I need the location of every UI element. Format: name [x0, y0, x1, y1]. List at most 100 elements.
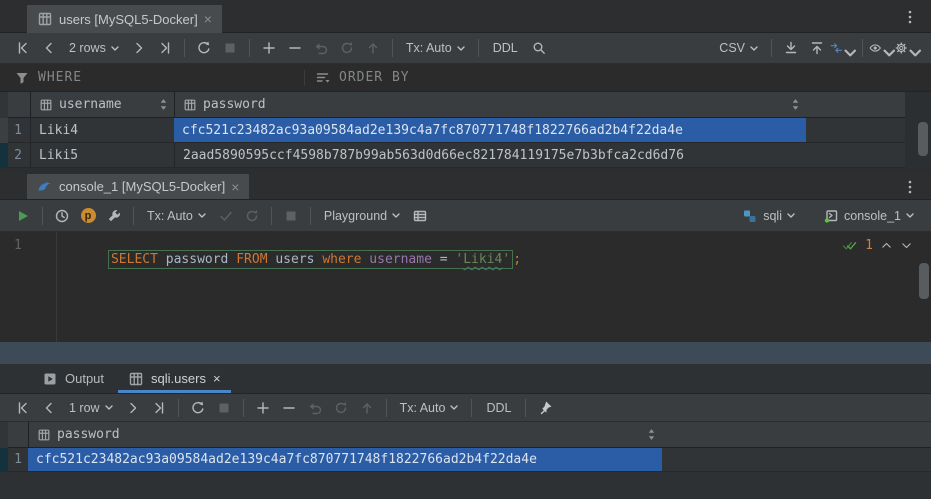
export-data-button[interactable] — [778, 37, 804, 59]
schema-dropdown[interactable]: sqli — [735, 208, 802, 224]
tx-mode-dropdown[interactable]: Tx: Auto — [393, 401, 466, 415]
sql-editor[interactable]: 1 SELECT password FROM users where usern… — [0, 232, 931, 342]
view-options-button[interactable] — [869, 37, 895, 59]
page-size-dropdown[interactable]: 2 rows — [62, 41, 126, 55]
compare-button[interactable] — [830, 37, 856, 59]
stop-button[interactable] — [217, 37, 243, 59]
cell-password[interactable]: 2aad5890595ccf4598b787b99ab563d0d66ec821… — [174, 143, 806, 167]
table-row: 1 cfc521c23482ac93a09584ad2e139c4a7fc870… — [0, 448, 931, 472]
session-dropdown[interactable]: console_1 — [816, 208, 921, 224]
last-page-icon — [157, 40, 173, 56]
tab-output[interactable]: Output — [30, 364, 116, 393]
users-result-grid: username password 1 Liki4 cfc521c23482ac… — [0, 92, 931, 174]
panel-splitter[interactable] — [0, 342, 931, 364]
stop-icon — [222, 40, 238, 56]
close-icon[interactable]: × — [231, 180, 239, 194]
add-row-button[interactable] — [250, 397, 276, 419]
close-icon[interactable]: × — [213, 371, 221, 386]
import-data-button[interactable] — [804, 37, 830, 59]
toolbar-separator — [392, 39, 393, 57]
page-size-dropdown[interactable]: 1 row — [62, 401, 120, 415]
column-header-username[interactable]: username — [30, 92, 174, 117]
where-filter-field[interactable]: WHERE — [14, 70, 304, 86]
last-page-button[interactable] — [152, 37, 178, 59]
stop-button[interactable] — [278, 205, 304, 227]
grid-toolbar: 2 rows Tx: Auto DDL CSV — [0, 33, 931, 64]
previous-page-button[interactable] — [36, 397, 62, 419]
chevron-down-icon — [844, 45, 857, 61]
rollback-button[interactable] — [328, 397, 354, 419]
query-result-grid: password 1 cfc521c23482ac93a09584ad2e139… — [0, 422, 931, 472]
parameters-button[interactable]: p — [75, 205, 101, 227]
chevron-up-icon[interactable] — [880, 239, 893, 252]
sql-statement[interactable]: SELECT password FROM users where usernam… — [61, 235, 521, 284]
first-page-button[interactable] — [10, 37, 36, 59]
pin-icon — [537, 400, 553, 416]
tab-sqli-users[interactable]: sqli.users × — [116, 364, 233, 393]
column-header-password[interactable]: password — [28, 422, 662, 447]
next-page-button[interactable] — [126, 37, 152, 59]
tx-mode-dropdown[interactable]: Tx: Auto — [140, 209, 213, 223]
next-page-button[interactable] — [120, 397, 146, 419]
toolbar-separator — [478, 39, 479, 57]
stop-button[interactable] — [211, 397, 237, 419]
cell-password-selected[interactable]: cfc521c23482ac93a09584ad2e139c4a7fc87077… — [174, 118, 806, 142]
sql-keyword: where — [322, 252, 361, 267]
ddl-button[interactable]: DDL — [478, 401, 519, 415]
rollback-button[interactable] — [334, 37, 360, 59]
row-number[interactable]: 2 — [8, 143, 28, 167]
refresh-icon — [196, 40, 212, 56]
order-by-field[interactable]: ORDER BY — [315, 70, 410, 86]
revert-changes-button[interactable] — [302, 397, 328, 419]
tab-options-button[interactable] — [897, 6, 923, 28]
add-row-button[interactable] — [256, 37, 282, 59]
first-page-button[interactable] — [10, 397, 36, 419]
cell-username[interactable]: Liki5 — [30, 143, 174, 167]
minus-icon — [287, 40, 303, 56]
reload-data-button[interactable] — [191, 37, 217, 59]
row-number[interactable]: 1 — [8, 448, 28, 471]
chevron-down-icon[interactable] — [900, 239, 913, 252]
delete-row-button[interactable] — [276, 397, 302, 419]
close-icon[interactable]: × — [204, 12, 212, 26]
rollback-button[interactable] — [239, 205, 265, 227]
console-settings-button[interactable] — [101, 205, 127, 227]
settings-button[interactable] — [895, 37, 921, 59]
playground-dropdown[interactable]: Playground — [317, 209, 407, 223]
history-button[interactable] — [49, 205, 75, 227]
revert-changes-button[interactable] — [308, 37, 334, 59]
editor-scrollbar-thumb[interactable] — [919, 263, 929, 299]
scrollbar-track[interactable] — [905, 92, 931, 168]
stop-icon — [216, 400, 232, 416]
inspection-widget[interactable]: 1 — [841, 238, 913, 253]
commit-button[interactable] — [213, 205, 239, 227]
column-header-password[interactable]: password — [174, 92, 806, 117]
export-format-dropdown[interactable]: CSV — [712, 41, 765, 55]
submit-button[interactable] — [354, 397, 380, 419]
scrollbar-thumb[interactable] — [918, 122, 928, 156]
search-button[interactable] — [526, 37, 552, 59]
reload-data-button[interactable] — [185, 397, 211, 419]
cell-username[interactable]: Liki4 — [30, 118, 174, 142]
delete-row-button[interactable] — [282, 37, 308, 59]
previous-page-button[interactable] — [36, 37, 62, 59]
tx-mode-dropdown[interactable]: Tx: Auto — [399, 41, 472, 55]
bottom-filler — [0, 472, 931, 499]
submit-button[interactable] — [360, 37, 386, 59]
run-button[interactable] — [10, 205, 36, 227]
cell-password-selected[interactable]: cfc521c23482ac93a09584ad2e139c4a7fc87077… — [28, 448, 662, 471]
table-row: 1 Liki4 cfc521c23482ac93a09584ad2e139c4a… — [0, 118, 931, 143]
last-page-button[interactable] — [146, 397, 172, 419]
wrench-icon — [106, 208, 122, 224]
in-editor-results-button[interactable] — [407, 205, 433, 227]
tab-options-button[interactable] — [897, 176, 923, 198]
chevron-down-icon — [198, 213, 206, 218]
ddl-button[interactable]: DDL — [485, 41, 526, 55]
tab-users-table[interactable]: users [MySQL5-Docker] × — [27, 5, 222, 33]
pin-tab-button[interactable] — [532, 397, 558, 419]
sql-semicolon: ; — [513, 252, 521, 267]
chevron-left-icon — [41, 400, 57, 416]
row-number[interactable]: 1 — [8, 118, 28, 142]
sql-identifier: users — [268, 252, 323, 267]
tab-console[interactable]: console_1 [MySQL5-Docker] × — [27, 174, 249, 199]
